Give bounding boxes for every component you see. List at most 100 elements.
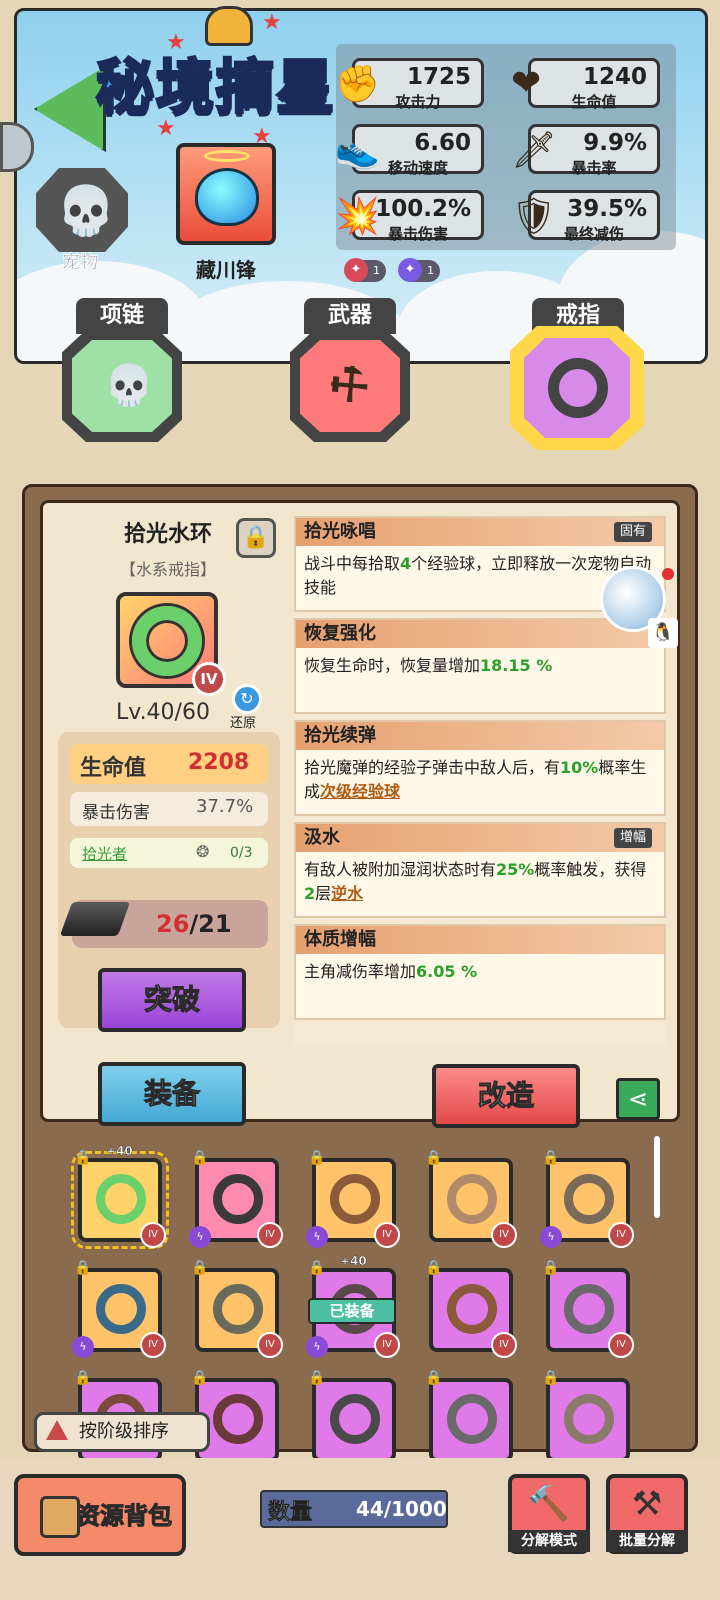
affix-item: 汲水 增幅 有敌人被附加湿润状态时有25%概率触发，获得 2层逆水 [294,822,666,918]
lock-icon: 🔒 [425,1370,443,1386]
inventory-slot[interactable]: 🔒 IV ϟ [189,1150,283,1248]
inventory-slot[interactable]: 🔒 IV ϟ [540,1150,634,1248]
affix-item: 体质增幅主角减伤率增加6.05 % [294,924,666,1020]
inventory-slot[interactable]: 🔒 IV ϟ [306,1150,400,1248]
slime-hero-icon [195,168,259,226]
affix-text: 主角减伤率增加6.05 % [304,960,654,984]
spiral-icon: ❂ [196,842,210,861]
buff-chip[interactable]: ✦ 1 [344,258,386,282]
ring-icon [564,1394,614,1444]
lock-icon: 🔒 [74,1260,92,1276]
batch-decompose-button[interactable]: ⚒ 批量分解 [606,1474,688,1554]
ring-icon [447,1394,497,1444]
inventory-slot[interactable]: 🔒 [542,1370,630,1462]
item-name: 拾光水环 [123,522,212,547]
stat-value: 1725 [406,64,471,90]
inventory-slot[interactable]: 🔒 IV ϟ [72,1260,166,1358]
stat-value: 39.5% [567,196,647,222]
affix-text-segment: 恢复生命时，恢复量增加 [304,656,481,675]
affix-text-segment: 主角减伤率增加 [304,962,417,981]
reforge-button[interactable]: 改造 [432,1064,580,1128]
inventory-slot[interactable]: 🔒 [308,1370,396,1462]
sort-triangle-icon [46,1420,68,1440]
skull-pet-icon: 💀 [56,183,116,239]
set-progress: 0/3 [230,845,253,861]
ring-icon [213,1174,263,1224]
water-ring-icon [132,606,202,676]
affix-item: 恢复强化恢复生命时，恢复量增加18.15 % [294,618,666,714]
restore-icon[interactable]: ↻ [232,684,262,714]
game-title: 秘境摘星 [94,52,337,123]
inventory-slot[interactable]: 🔒 IV [425,1150,517,1248]
lock-icon: 🔒 [308,1150,326,1166]
penguin-icon[interactable]: 🐧 [648,618,678,648]
stat-label: 最终减伤 [563,225,624,243]
inventory-slot[interactable]: 🔒 IV [542,1260,634,1358]
iron-ingot-icon [59,902,131,936]
affix-text-segment: 拾光魔弹的经验子弹击中敌人后，有 [304,758,561,777]
lock-icon: 🔒 [425,1260,443,1276]
crit-value: 37.7% [196,796,254,817]
affix-text-segment: 概率触发，获得 [534,860,647,879]
affix-title: 恢复强化 [296,620,664,648]
affix-text: 拾光魔弹的经验子弹击中敌人后，有10%概率生成次级经验球 [304,756,654,804]
inventory-slot[interactable]: 🔒 IV [191,1260,283,1358]
keyword-link[interactable]: 逆水 [331,884,363,903]
restore-label: 还原 [230,716,257,731]
inventory-slot[interactable]: 🔒 IV ϟ +40 已装备 [306,1254,400,1358]
scrollbar[interactable] [654,1136,660,1218]
equip-button[interactable]: 装备 [98,1062,246,1126]
ring-icon [564,1174,614,1224]
crit-label: 暴击伤害 [82,803,150,823]
inventory-slot[interactable]: 🔒 IV +40 [71,1144,169,1249]
tier-badge: IV [192,662,226,696]
stat-label: 暴击伤害 [387,225,448,243]
anvil-icon: ⚒ [631,1484,663,1524]
lock-icon: 🔒 [542,1150,560,1166]
tier-badge: IV [374,1222,400,1248]
affix-title: 汲水 [296,824,664,852]
share-button[interactable]: ⋖ [616,1078,660,1120]
affix-text-segment: 18.15 % [480,656,553,675]
ring-icon [96,1174,146,1224]
tier-badge: IV [491,1222,517,1248]
lock-button[interactable]: 🔒 [236,518,276,558]
count-value: 44/1000 [356,1497,447,1521]
skull-necklace-icon: 💀 [104,363,154,409]
buff-count: 1 [427,264,434,277]
inventory-slot[interactable]: 🔒 [425,1370,513,1462]
skill-icon: ϟ [189,1226,211,1248]
ring-icon [213,1394,263,1444]
breakthrough-button[interactable]: 突破 [98,968,246,1032]
tier-badge: IV [140,1222,166,1248]
stat-value: 100.2% [375,196,471,222]
stat-5: 🛡 39.5% 最终减伤 [511,190,660,243]
stat-value: 9.9% [583,130,647,156]
ring-icon [330,1394,380,1444]
lock-icon: 🔒 [191,1260,209,1276]
affix-tag: 增幅 [613,828,652,848]
stat-label: 移动速度 [387,159,448,177]
stat-2: 👟 6.60 移动速度 [335,124,484,177]
material-current: 26 [156,910,190,938]
lock-icon: 🔒 [242,525,270,550]
ring-icon [96,1284,146,1334]
lock-icon: 🔒 [542,1370,560,1386]
equipped-badge: 已装备 [308,1298,396,1324]
keyword-link[interactable]: 次级经验球 [320,782,400,801]
ring-icon [447,1174,497,1224]
material-count: 26/21 [156,910,232,938]
affix-text-segment: 4 [400,554,412,573]
affix-text-segment: 10% [560,758,599,777]
lock-icon: 🔒 [425,1150,443,1166]
stat-label: 攻击力 [395,93,441,111]
buff-chip[interactable]: ✦ 1 [398,258,440,282]
affix-text-segment: 战斗中每拾取 [304,554,401,573]
decompose-mode-button[interactable]: 🔨 分解模式 [508,1474,590,1554]
affix-item: 拾光续弹 拾光魔弹的经验子弹击中敌人后，有10%概率生成次级经验球 [294,720,666,816]
batch-decompose-label: 批量分解 [606,1530,688,1552]
affix-title: 体质增幅 [296,926,664,954]
inventory-slot[interactable]: 🔒 IV [425,1260,517,1358]
stat-value: 1240 [582,64,647,90]
lock-icon: 🔒 [74,1370,92,1386]
